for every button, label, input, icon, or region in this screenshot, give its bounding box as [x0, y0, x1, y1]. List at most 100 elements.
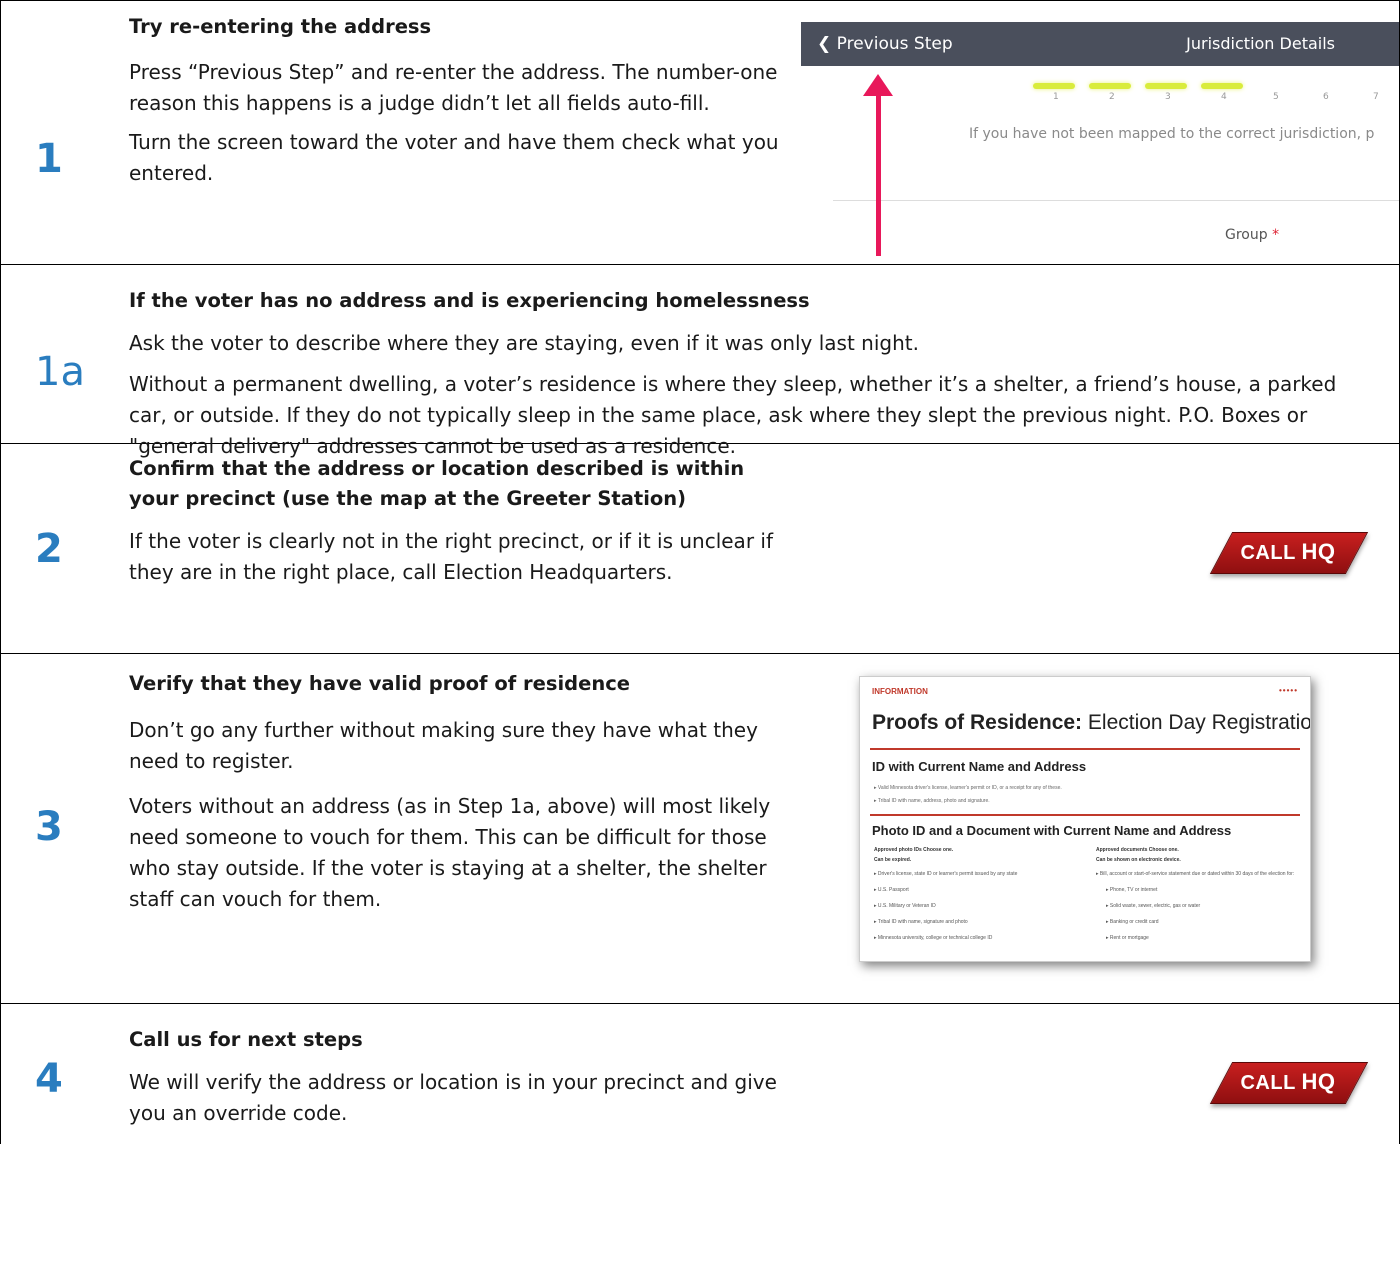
- right-item: ▸ Phone, TV or internet: [1106, 887, 1158, 893]
- step-content: Try re-entering the address Press “Previ…: [129, 11, 779, 189]
- badge-call-text: CALL: [1240, 542, 1296, 564]
- step-tick: 5: [1273, 92, 1279, 102]
- group-field-label: Group *: [1225, 227, 1279, 243]
- left-item: ▸ Minnesota university, college or techn…: [874, 935, 993, 941]
- step-heading: Verify that they have valid proof of res…: [129, 672, 630, 695]
- right-column-head: Approved documents Choose one.: [1096, 847, 1179, 853]
- step-row-2: 2 Confirm that the address or location d…: [1, 444, 1399, 654]
- handout-label: INFORMATION: [872, 687, 928, 696]
- dots-icon: •••••: [1278, 686, 1298, 695]
- step-tick: 3: [1165, 92, 1171, 102]
- handout-bullet: ▸ Tribal ID with name, address, photo an…: [874, 798, 990, 804]
- step-heading: If the voter has no address and is exper…: [129, 289, 810, 312]
- right-item-text: Rent or mortgage: [1109, 935, 1149, 941]
- handout-bullet-text: Tribal ID with name, address, photo and …: [877, 798, 990, 804]
- right-item: ▸ Bill, account or start-of-service stat…: [1096, 871, 1295, 877]
- left-item-text: Driver's license, state ID or learner's …: [877, 871, 1018, 877]
- call-hq-badge: CALL HQ: [1209, 532, 1369, 574]
- left-item: ▸ Driver's license, state ID or learner'…: [874, 871, 1018, 877]
- step-paragraph: Turn the screen toward the voter and hav…: [129, 130, 779, 185]
- left-item: ▸ U.S. Passport: [874, 887, 909, 893]
- step-paragraph: Don’t go any further without making sure…: [129, 718, 758, 773]
- step-progress: 1 2 3 4 5 6 7: [1033, 76, 1393, 102]
- handout-title: Proofs of Residence: Election Day Regist…: [872, 711, 1311, 735]
- step-row-1: 1 Try re-entering the address Press “Pre…: [1, 1, 1399, 265]
- step-tick: 2: [1109, 92, 1115, 102]
- step-row-4: 4 Call us for next steps We will verify …: [1, 1004, 1399, 1144]
- step-row-1a: 1a If the voter has no address and is ex…: [1, 265, 1399, 458]
- handout-section-2: Photo ID and a Document with Current Nam…: [872, 823, 1232, 838]
- step-number: 3: [35, 804, 63, 850]
- progress-highlight: [1201, 83, 1243, 89]
- badge-text: CALL HQ: [1221, 532, 1355, 572]
- step-row-3: 3 Verify that they have valid proof of r…: [1, 654, 1399, 1004]
- right-item-text: Banking or credit card: [1109, 919, 1159, 925]
- left-item: ▸ Tribal ID with name, signature and pho…: [874, 919, 968, 925]
- step-content: If the voter has no address and is exper…: [129, 285, 1379, 462]
- red-rule: [870, 748, 1300, 750]
- step-heading: Try re-entering the address: [129, 15, 432, 38]
- right-item: ▸ Rent or mortgage: [1106, 935, 1149, 941]
- step-paragraph: Ask the voter to describe where they are…: [129, 331, 919, 355]
- step-tick: 4: [1221, 92, 1227, 102]
- handout-left-column: Approved photo IDs Choose one. Can be ex…: [874, 845, 1017, 943]
- previous-step-label: Previous Step: [836, 34, 953, 54]
- steps-table: 1 Try re-entering the address Press “Pre…: [0, 0, 1400, 1144]
- step-heading: Call us for next steps: [129, 1028, 363, 1051]
- right-column-subhead: Can be shown on electronic device.: [1096, 857, 1181, 863]
- right-item-text: Bill, account or start-of-service statem…: [1099, 871, 1295, 877]
- step-paragraph: If the voter is clearly not in the right…: [129, 529, 773, 584]
- right-item-text: Phone, TV or internet: [1109, 887, 1158, 893]
- proofs-of-residence-handout: INFORMATION ••••• Proofs of Residence: E…: [859, 676, 1311, 962]
- left-item-text: U.S. Military or Veteran ID: [877, 903, 936, 909]
- badge-hq-text: HQ: [1301, 539, 1336, 564]
- arrow-shaft: [876, 88, 881, 256]
- jurisdiction-note: If you have not been mapped to the corre…: [969, 126, 1375, 142]
- app-screenshot: ❮ Previous Step Jurisdiction Details 1 2…: [801, 22, 1399, 256]
- handout-section-1: ID with Current Name and Address: [872, 759, 1087, 774]
- red-rule: [870, 814, 1300, 816]
- group-label-text: Group: [1225, 227, 1268, 243]
- right-item: ▸ Banking or credit card: [1106, 919, 1159, 925]
- handout-title-bold: Proofs of Residence:: [872, 711, 1083, 734]
- step-number: 1a: [35, 349, 85, 395]
- step-tick: 7: [1373, 92, 1379, 102]
- step-paragraph: Press “Previous Step” and re-enter the a…: [129, 60, 778, 115]
- right-item: ▸ Solid waste, sewer, electric, gas or w…: [1106, 903, 1201, 909]
- step-number: 4: [35, 1056, 63, 1102]
- progress-highlight: [1145, 83, 1187, 89]
- badge-call-text: CALL: [1240, 1072, 1296, 1094]
- step-tick: 6: [1323, 92, 1329, 102]
- step-content: Confirm that the address or location des…: [129, 454, 779, 588]
- handout-title-rest: Election Day Registration: [1087, 711, 1311, 734]
- left-column-head: Approved photo IDs Choose one.: [874, 847, 954, 853]
- left-item-text: U.S. Passport: [877, 887, 909, 893]
- divider: [833, 200, 1399, 201]
- step-tick: 1: [1053, 92, 1059, 102]
- progress-highlight: [1033, 83, 1075, 89]
- progress-highlight: [1089, 83, 1131, 89]
- step-number: 2: [35, 526, 63, 572]
- left-item: ▸ U.S. Military or Veteran ID: [874, 903, 936, 909]
- call-hq-badge: CALL HQ: [1209, 1062, 1369, 1104]
- step-content: Verify that they have valid proof of res…: [129, 668, 779, 915]
- left-item-text: Tribal ID with name, signature and photo: [877, 919, 968, 925]
- chevron-left-icon: ❮: [817, 34, 837, 54]
- badge-text: CALL HQ: [1221, 1062, 1355, 1102]
- required-mark: *: [1272, 227, 1280, 243]
- step-paragraph: Voters without an address (as in Step 1a…: [129, 794, 771, 911]
- badge-hq-text: HQ: [1301, 1069, 1336, 1094]
- right-item-text: Solid waste, sewer, electric, gas or wat…: [1109, 903, 1201, 909]
- handout-bullet: ▸ Valid Minnesota driver's license, lear…: [874, 785, 1062, 791]
- left-column-subhead: Can be expired.: [874, 857, 912, 863]
- app-nav-bar: ❮ Previous Step Jurisdiction Details: [801, 22, 1399, 66]
- handout-right-column: Approved documents Choose one. Can be sh…: [1096, 845, 1294, 943]
- previous-step-button: ❮ Previous Step: [817, 34, 953, 54]
- jurisdiction-details-title: Jurisdiction Details: [1186, 34, 1335, 53]
- left-item-text: Minnesota university, college or technic…: [877, 935, 993, 941]
- step-paragraph: We will verify the address or location i…: [129, 1070, 777, 1125]
- handout-bullet-text: Valid Minnesota driver's license, learne…: [877, 785, 1062, 791]
- step-number: 1: [35, 136, 63, 182]
- step-content: Call us for next steps We will verify th…: [129, 1024, 779, 1129]
- step-heading: Confirm that the address or location des…: [129, 457, 745, 510]
